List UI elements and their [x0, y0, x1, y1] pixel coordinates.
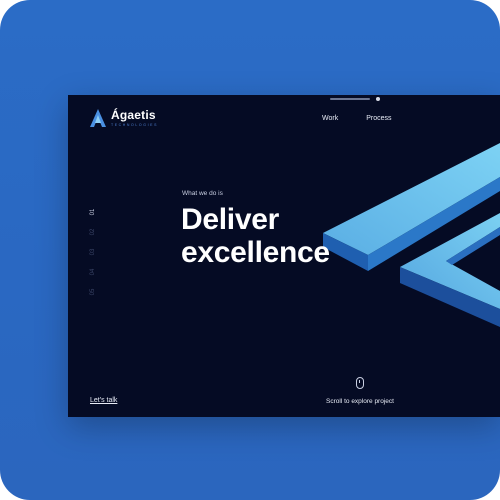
brand-name: Ágaetis — [111, 108, 156, 122]
lets-talk-link[interactable]: Let's talk — [90, 397, 117, 404]
section-number-3[interactable]: 03 — [90, 247, 96, 257]
logo-triangle-icon — [90, 109, 106, 127]
section-number-4[interactable]: 04 — [90, 267, 96, 277]
section-number-2[interactable]: 02 — [90, 227, 96, 237]
section-number-1[interactable]: 01 — [90, 207, 96, 217]
scroll-label: Scroll to explore project — [326, 398, 394, 405]
headline-line-1: Deliver — [181, 203, 279, 236]
headline-line-2: excellence — [181, 236, 330, 269]
website-screen: Ágaetis TECHNOLOGIES Work Process 01 02 … — [68, 95, 500, 417]
brand-logo[interactable]: Ágaetis TECHNOLOGIES — [90, 109, 158, 128]
nav-link-process[interactable]: Process — [366, 115, 391, 122]
hero-eyebrow: What we do is — [182, 190, 223, 197]
mouse-icon — [356, 377, 364, 389]
brand-tagline: TECHNOLOGIES — [111, 123, 159, 127]
nav-link-work[interactable]: Work — [322, 115, 338, 122]
section-number-5[interactable]: 05 — [90, 287, 96, 297]
scroll-cue[interactable]: Scroll to explore project — [320, 377, 400, 405]
section-indicator: 01 02 03 04 05 — [88, 207, 98, 297]
main-nav: Work Process — [322, 115, 392, 122]
hero-headline: Deliver excellence — [181, 203, 330, 269]
